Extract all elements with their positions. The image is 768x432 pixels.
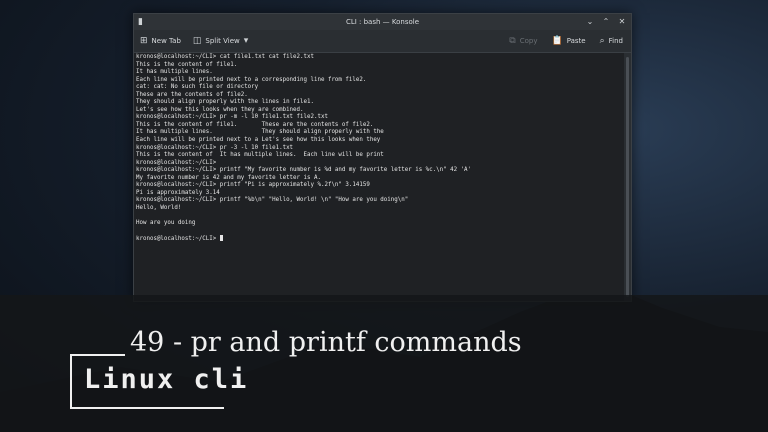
chevron-down-icon: ▾ — [243, 36, 249, 46]
terminal-line: My favorite number is 42 and my favorite… — [136, 174, 321, 181]
konsole-window: ▮ CLI : bash — Konsole ⌄ ⌃ ✕ ⊞ New Tab ◫… — [133, 13, 632, 302]
terminal-line: kronos@localhost:~/CLI> — [136, 159, 217, 166]
brand-logo-text: Linux cli — [84, 364, 249, 395]
terminal-line: How are you doing — [136, 220, 196, 227]
find-button[interactable]: ⌕ Find — [600, 36, 623, 46]
terminal-line: Hello, World! — [136, 204, 182, 211]
terminal-line: kronos@localhost:~/CLI> pr -m -l 10 file… — [136, 114, 328, 121]
copy-label: Copy — [519, 37, 538, 45]
terminal-line: Each line will be printed next to a corr… — [136, 76, 367, 83]
split-view-label: Split View — [205, 37, 240, 45]
maximize-icon[interactable]: ⌃ — [601, 16, 611, 28]
terminal-line: This is the content of file1. — [136, 61, 238, 68]
copy-button[interactable]: ⧉ Copy — [509, 36, 537, 46]
konsole-app-icon: ▮ — [138, 17, 143, 27]
title-bar[interactable]: ▮ CLI : bash — Konsole ⌄ ⌃ ✕ — [134, 14, 631, 30]
terminal-line: kronos@localhost:~/CLI> printf "My favor… — [136, 167, 472, 174]
brand-frame-top — [70, 354, 125, 356]
terminal-line: kronos@localhost:~/CLI> cat file1.txt ca… — [136, 54, 314, 60]
new-tab-label: New Tab — [151, 37, 181, 45]
copy-icon: ⧉ — [509, 36, 516, 46]
terminal-scrollbar[interactable] — [624, 53, 631, 301]
terminal-line: cat: cat: No such file or directory — [136, 84, 259, 91]
terminal-line: kronos@localhost:~/CLI> — [136, 235, 622, 244]
paste-icon: 📋 — [551, 36, 563, 46]
paste-label: Paste — [566, 37, 586, 45]
terminal-line: It has multiple lines. They should align… — [136, 129, 384, 136]
search-icon: ⌕ — [599, 36, 605, 46]
terminal-line: kronos@localhost:~/CLI> printf "Pi is ap… — [136, 182, 370, 189]
terminal-line: kronos@localhost:~/CLI> printf "%b\n" "H… — [136, 197, 409, 204]
terminal-line: Pi is approximately 3.14 — [136, 189, 220, 196]
find-label: Find — [608, 37, 623, 45]
terminal-line: This is the content of It has multiple l… — [136, 152, 384, 159]
terminal-output[interactable]: kronos@localhost:~/CLI> cat file1.txt ca… — [134, 53, 624, 301]
split-view-icon: ◫ — [192, 36, 202, 46]
scrollbar-thumb[interactable] — [626, 57, 629, 297]
title-banner: 49 - pr and printf commands Linux cli — [0, 295, 768, 432]
terminal-line: kronos@localhost:~/CLI> pr -3 -l 10 file… — [136, 144, 294, 151]
toolbar: ⊞ New Tab ◫ Split View ▾ ⧉ Copy 📋 Paste … — [134, 30, 631, 53]
terminal-line: They should align properly with the line… — [136, 99, 314, 106]
terminal-line: These are the contents of file2. — [136, 91, 248, 98]
terminal-line: Each line will be printed next to a Let'… — [136, 137, 381, 144]
paste-button[interactable]: 📋 Paste — [551, 36, 585, 46]
new-tab-button[interactable]: ⊞ New Tab — [140, 36, 181, 46]
split-view-button[interactable]: ◫ Split View ▾ — [193, 36, 248, 46]
terminal-line: This is the content of file1. These are … — [136, 121, 374, 128]
window-title: CLI : bash — Konsole — [345, 18, 420, 26]
minimize-icon[interactable]: ⌄ — [585, 16, 595, 28]
window-controls: ⌄ ⌃ ✕ — [585, 16, 627, 28]
terminal-line: Let's see how this looks when they are c… — [136, 106, 304, 113]
new-tab-icon: ⊞ — [140, 36, 148, 46]
text-cursor — [219, 235, 223, 242]
terminal-line: It has multiple lines. — [136, 69, 213, 76]
close-icon[interactable]: ✕ — [617, 16, 627, 28]
